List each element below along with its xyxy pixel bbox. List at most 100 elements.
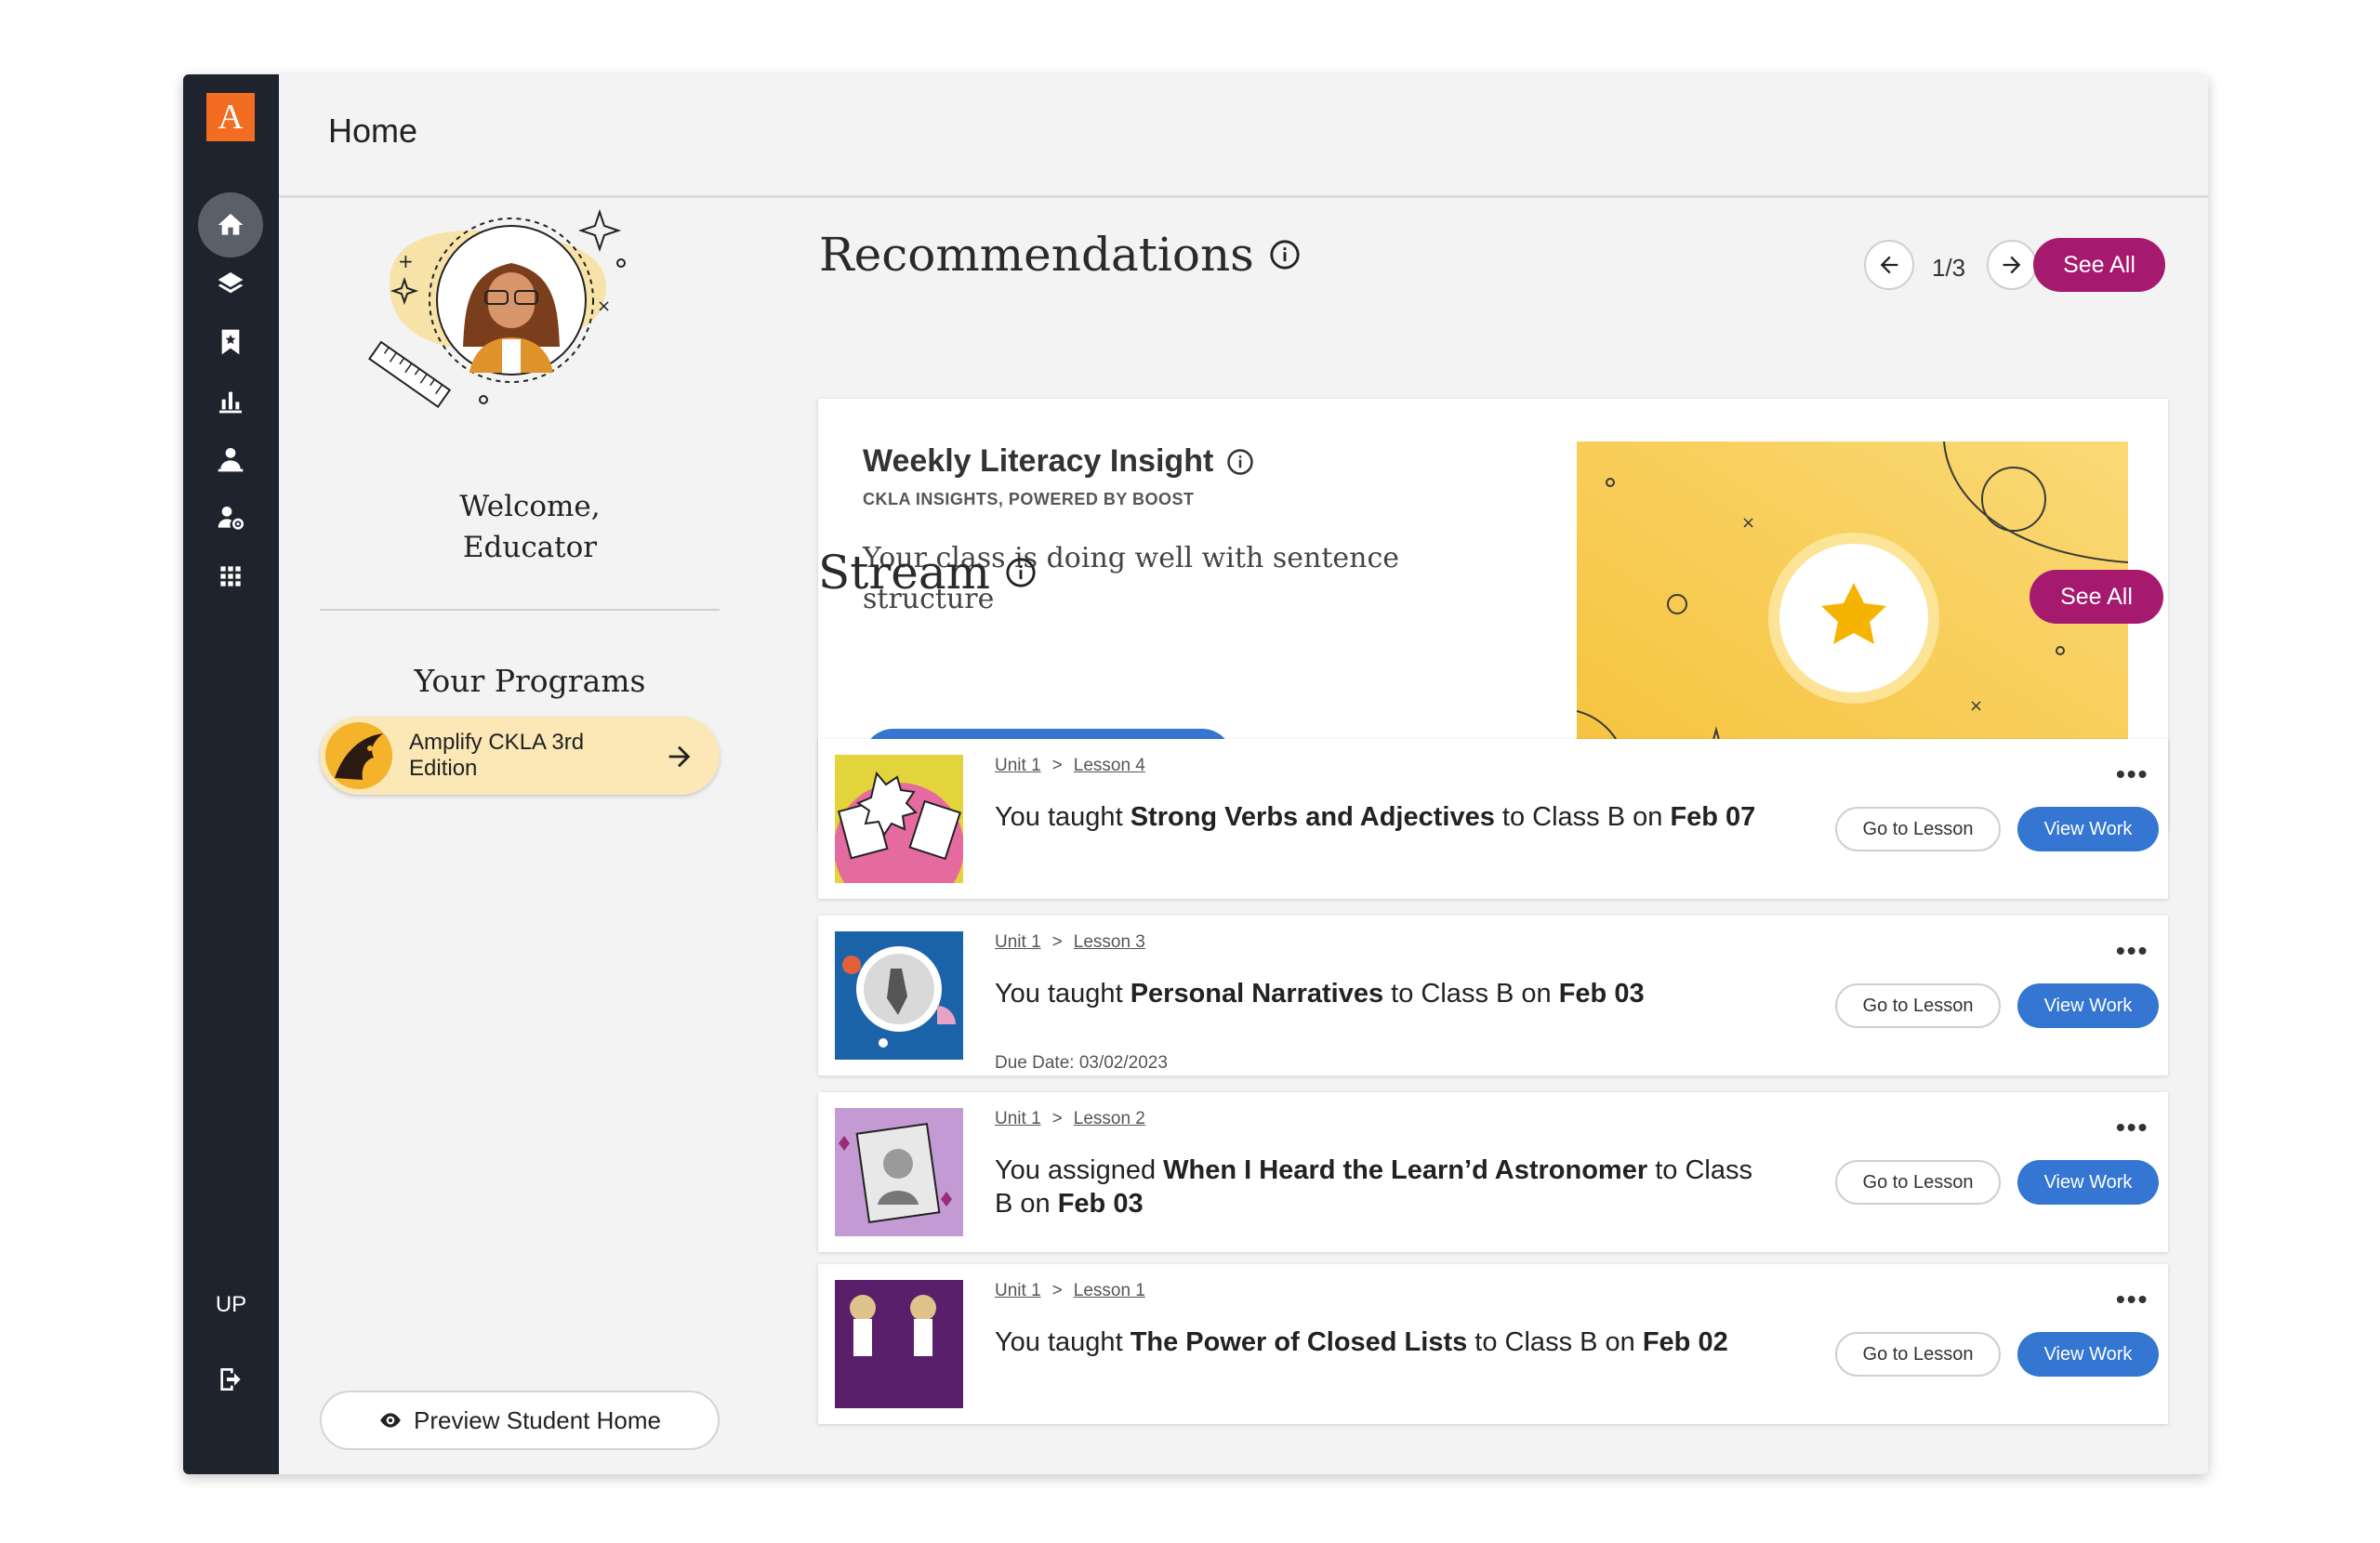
view-work-button[interactable]: View Work	[2017, 983, 2159, 1028]
rec-card-title: Weekly Literacy Insight	[863, 443, 1254, 480]
info-icon[interactable]	[1269, 239, 1301, 270]
teacher-icon	[218, 448, 244, 472]
nav-home[interactable]	[198, 192, 263, 257]
stream-see-all-button[interactable]: See All	[2030, 570, 2163, 624]
lesson-thumbnail[interactable]	[835, 1108, 963, 1236]
stream-class: to Class B on	[1383, 979, 1559, 1009]
stream-item-text: You taught Strong Verbs and Adjectives t…	[995, 800, 1757, 834]
lesson-thumbnail[interactable]	[835, 931, 963, 1060]
page-title: Home	[328, 112, 418, 150]
stream-title: Stream	[818, 546, 991, 600]
stream-class: to Class B on	[1467, 1327, 1643, 1357]
breadcrumb-lesson-link[interactable]: Lesson 3	[1074, 932, 1145, 953]
nav-saved[interactable]	[198, 310, 263, 375]
svg-text:×: ×	[1741, 513, 1755, 533]
more-options-icon[interactable]: •••	[2116, 936, 2149, 966]
program-logo	[325, 722, 392, 789]
welcome-message: Welcome, Educator	[279, 486, 781, 568]
view-work-button[interactable]: View Work	[2017, 1332, 2159, 1377]
stream-lesson-title: Personal Narratives	[1130, 979, 1384, 1009]
breadcrumb-unit-link[interactable]: Unit 1	[995, 1281, 1041, 1301]
stream-item: Unit 1 > Lesson 2 You assigned When I He…	[818, 1092, 2168, 1252]
your-programs-heading: Your Programs	[414, 663, 646, 699]
go-to-lesson-button[interactable]: Go to Lesson	[1835, 807, 2001, 851]
go-to-lesson-button[interactable]: Go to Lesson	[1835, 983, 2001, 1028]
nav-classes[interactable]	[198, 427, 263, 492]
recommendations-title: Recommendations	[819, 228, 1254, 282]
amplify-logo[interactable]: A	[206, 93, 255, 141]
preview-label: Preview Student Home	[414, 1405, 661, 1434]
rec-pager: 1/3	[1932, 254, 1966, 282]
stack-icon	[218, 272, 244, 294]
lesson-thumbnail[interactable]	[835, 755, 963, 883]
nav-programs[interactable]	[198, 251, 263, 316]
stream-item-text: You assigned When I Heard the Learn’d As…	[995, 1154, 1757, 1220]
bookmark-icon	[221, 329, 240, 355]
user-settings-icon	[218, 507, 244, 530]
recommendations-heading: Recommendations	[819, 228, 1301, 282]
stream-lesson-title: When I Heard the Learn’d Astronomer	[1163, 1155, 1648, 1185]
more-options-icon[interactable]: •••	[2116, 759, 2149, 789]
go-to-lesson-button[interactable]: Go to Lesson	[1835, 1160, 2001, 1205]
main-content: Recommendations 1/3 See All Weekly Liter…	[781, 198, 2208, 1474]
stream-item-text: You taught The Power of Closed Lists to …	[995, 1325, 1757, 1359]
stream-item: Unit 1 > Lesson 1 You taught The Power o…	[818, 1264, 2168, 1424]
more-options-icon[interactable]: •••	[2116, 1285, 2149, 1314]
nav-rail: A UP	[183, 74, 279, 1474]
view-work-button[interactable]: View Work	[2017, 1160, 2159, 1205]
stream-verb: You taught	[995, 1327, 1130, 1357]
breadcrumb-unit-link[interactable]: Unit 1	[995, 756, 1041, 776]
user-initials[interactable]: UP	[183, 1292, 279, 1318]
app-window: A UP Home + × Welcome, Educator Your Pro…	[183, 74, 2208, 1474]
go-to-lesson-button[interactable]: Go to Lesson	[1835, 1332, 2001, 1377]
program-name: Amplify CKLA 3rd Edition	[409, 730, 585, 781]
stream-class: to Class B on	[1494, 802, 1671, 832]
rec-next-button[interactable]	[1987, 240, 2037, 290]
welcome-line2: Educator	[462, 531, 598, 564]
nav-apps[interactable]	[198, 544, 263, 609]
due-date: Due Date: 03/02/2023	[995, 1053, 1168, 1073]
nav-admin[interactable]	[198, 485, 263, 550]
stream-date: Feb 03	[1057, 1189, 1144, 1219]
stream-date: Feb 02	[1642, 1327, 1728, 1357]
welcome-line1: Welcome,	[459, 490, 601, 523]
more-options-icon[interactable]: •••	[2116, 1113, 2149, 1142]
breadcrumb-lesson-link[interactable]: Lesson 2	[1074, 1109, 1145, 1129]
bar-chart-icon	[219, 391, 242, 414]
breadcrumb-unit-link[interactable]: Unit 1	[995, 932, 1041, 953]
rec-prev-button[interactable]	[1864, 240, 1914, 290]
rec-see-all-button[interactable]: See All	[2033, 238, 2165, 292]
view-work-button[interactable]: View Work	[2017, 807, 2159, 851]
left-column: + × Welcome, Educator Your Programs Ampl…	[279, 198, 781, 1474]
breadcrumb-separator: >	[1051, 1109, 1063, 1128]
breadcrumb-lesson-link[interactable]: Lesson 1	[1074, 1281, 1145, 1301]
info-icon[interactable]	[1005, 557, 1037, 588]
rec-card-title-text: Weekly Literacy Insight	[863, 443, 1214, 479]
breadcrumb: Unit 1 > Lesson 4	[995, 756, 1145, 776]
stream-date: Feb 07	[1670, 802, 1756, 832]
breadcrumb: Unit 1 > Lesson 2	[995, 1109, 1145, 1129]
top-bar: Home	[279, 74, 2208, 198]
preview-student-home-button[interactable]: Preview Student Home	[320, 1391, 720, 1450]
program-card-ckla[interactable]: Amplify CKLA 3rd Edition	[320, 717, 720, 795]
eye-icon	[380, 1413, 401, 1428]
lesson-thumbnail[interactable]	[835, 1280, 963, 1408]
educator-avatar-illustration: + ×	[367, 208, 626, 409]
arrow-right-icon	[2003, 256, 2021, 274]
stream-heading: Stream	[818, 546, 1037, 600]
breadcrumb-unit-link[interactable]: Unit 1	[995, 1109, 1041, 1129]
breadcrumb: Unit 1 > Lesson 3	[995, 932, 1145, 953]
stream-item-text: You taught Personal Narratives to Class …	[995, 977, 1757, 1010]
logout-icon	[220, 1368, 241, 1391]
svg-text:×: ×	[1969, 696, 1983, 716]
divider	[320, 609, 720, 611]
logout-button[interactable]	[198, 1347, 263, 1412]
apps-grid-icon	[220, 566, 241, 587]
stream-verb: You taught	[995, 802, 1130, 832]
breadcrumb-lesson-link[interactable]: Lesson 4	[1074, 756, 1145, 776]
info-icon[interactable]	[1226, 448, 1254, 476]
breadcrumb-separator: >	[1051, 932, 1063, 952]
stream-verb: You assigned	[995, 1155, 1164, 1185]
nav-reports[interactable]	[198, 368, 263, 433]
stream-date: Feb 03	[1558, 979, 1645, 1009]
